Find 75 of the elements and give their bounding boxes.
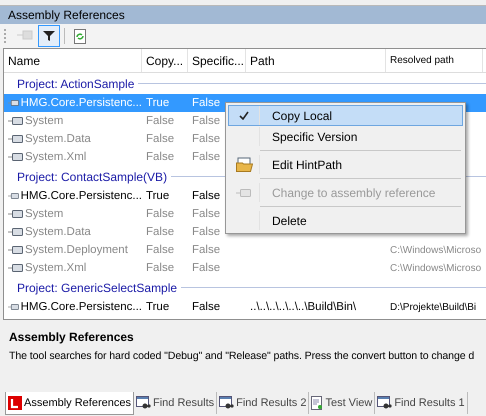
menu-item[interactable]: Specific Version xyxy=(228,126,463,147)
reference-name: System xyxy=(25,208,64,220)
reference-icon xyxy=(8,263,24,273)
check-icon xyxy=(239,111,249,120)
column-header[interactable]: Path xyxy=(246,49,386,72)
table-cell: False xyxy=(192,190,220,202)
document-icon xyxy=(311,396,324,410)
description-title: Assembly References xyxy=(9,330,135,344)
column-header[interactable]: Resolved path xyxy=(386,49,483,72)
column-header[interactable]: Copy... xyxy=(142,49,188,72)
reference-name: HMG.Core.Persistenc... xyxy=(20,301,142,313)
reference-icon xyxy=(8,209,24,219)
menu-item[interactable]: Copy Local xyxy=(228,105,463,126)
reference-name: System.Xml xyxy=(25,151,86,163)
table-cell: False xyxy=(192,97,220,109)
reference-icon xyxy=(8,227,24,237)
tab[interactable]: Find Results xyxy=(134,392,218,414)
table-cell: True xyxy=(146,190,170,202)
table-cell: D:\Projekte\Build\Bi xyxy=(390,302,476,312)
reference-name: System.Xml xyxy=(25,262,86,274)
reference-icon xyxy=(8,134,24,144)
reference-name: HMG.Core.Persistenc... xyxy=(20,97,142,109)
table-cell: False xyxy=(192,262,220,274)
reference-name: HMG.Core.Persistenc... xyxy=(20,190,142,202)
reference-icon xyxy=(8,152,24,162)
group-header: Project: ActionSample xyxy=(17,76,134,90)
menu-item[interactable]: Delete xyxy=(228,210,463,231)
reference-name: System.Deployment xyxy=(25,244,128,256)
table-cell: False xyxy=(146,151,174,163)
menu-item[interactable]: Edit HintPath xyxy=(228,154,463,175)
tab[interactable]: Assembly References xyxy=(5,392,134,415)
reference-icon xyxy=(8,302,20,312)
reference-name: System.Data xyxy=(25,133,91,145)
description-text: The tool searches for hard coded "Debug" and "Release" paths. Press the convert button to change d xyxy=(9,350,476,362)
reference-name: System xyxy=(25,115,64,127)
tab[interactable]: Find Results 1 xyxy=(375,392,468,414)
reference-icon xyxy=(8,116,24,126)
filter-button[interactable] xyxy=(38,25,60,47)
logo-icon xyxy=(8,396,22,410)
find-results-icon xyxy=(377,396,392,410)
table-cell: ..\..\..\..\..\..\Build\Bin\ xyxy=(250,301,356,313)
tab[interactable]: Find Results 2 xyxy=(217,392,310,414)
filter-icon xyxy=(42,29,56,43)
reference-name: System.Data xyxy=(25,226,91,238)
column-header[interactable]: Specific... xyxy=(188,49,246,72)
table-cell: False xyxy=(192,151,220,163)
table-cell: False xyxy=(192,244,220,256)
find-results-icon xyxy=(136,396,151,410)
tab[interactable]: Test View xyxy=(309,392,376,414)
reference-icon xyxy=(8,245,24,255)
table-cell: False xyxy=(192,301,220,313)
group-header: Project: ContactSample(VB) xyxy=(17,170,168,184)
table-cell: False xyxy=(146,244,174,256)
table-cell: False xyxy=(192,226,220,238)
table-cell: True xyxy=(146,301,170,313)
table-cell: False xyxy=(146,133,174,145)
reference-icon xyxy=(8,191,20,201)
group-header: Project: GenericSelectSample xyxy=(17,280,178,294)
refresh-icon xyxy=(74,28,86,44)
folder-icon xyxy=(236,157,252,172)
table-cell: False xyxy=(192,115,220,127)
table-cell: False xyxy=(146,115,174,127)
panel-title: Assembly References xyxy=(8,8,125,22)
column-header[interactable]: Name xyxy=(4,49,142,72)
table-cell: C:\Windows\Microso xyxy=(390,262,482,274)
table-cell: False xyxy=(146,226,174,238)
reference-icon xyxy=(236,188,252,198)
table-cell: C:\Windows\Microso xyxy=(390,244,482,256)
reference-icon xyxy=(8,98,20,108)
table-cell: False xyxy=(192,133,220,145)
table-cell: False xyxy=(146,262,174,274)
table-cell: False xyxy=(192,208,220,220)
table-cell: True xyxy=(146,97,170,109)
table-cell: False xyxy=(146,208,174,220)
find-results-icon xyxy=(219,396,234,410)
